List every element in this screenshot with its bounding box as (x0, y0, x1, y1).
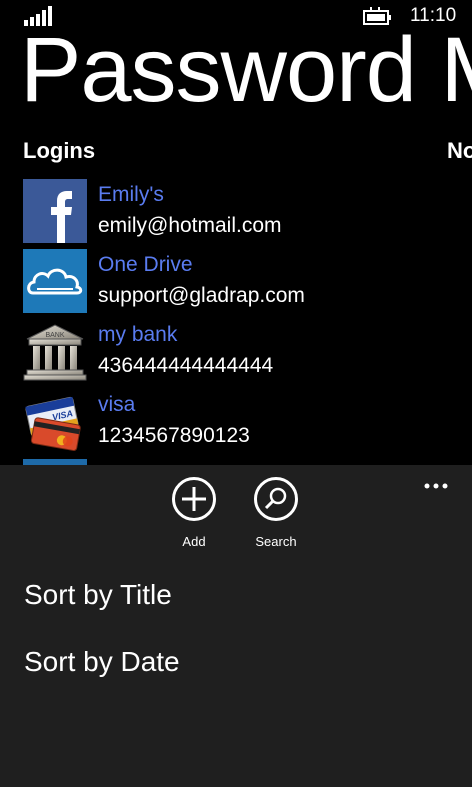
search-button[interactable]: Search (236, 477, 316, 549)
add-icon (172, 477, 216, 521)
list-item[interactable]: VISA visa 1234567890123 (23, 389, 472, 455)
add-button[interactable]: Add (154, 477, 234, 549)
login-detail: emily@hotmail.com (98, 214, 282, 237)
add-label: Add (182, 534, 206, 549)
pivot-header-next[interactable]: No (447, 138, 472, 164)
more-dots-icon[interactable] (416, 471, 456, 489)
list-item[interactable]: Emily's emily@hotmail.com (23, 179, 472, 245)
login-detail: 436444444444444 (98, 354, 274, 377)
login-title: visa (98, 393, 136, 416)
svg-text:BANK: BANK (45, 332, 64, 339)
application-bar: Add Search Sort by Title Sort by Date (0, 465, 472, 787)
login-detail: 1234567890123 (98, 424, 250, 447)
pivot-header-logins[interactable]: Logins (23, 138, 95, 164)
login-detail: support@gladrap.com (98, 284, 305, 307)
login-list: Emily's emily@hotmail.com One Drive supp… (0, 178, 472, 465)
list-item[interactable]: BANK my bank 436444444444444 (23, 319, 472, 385)
list-item[interactable]: One Drive support@gladrap.com (23, 249, 472, 315)
app-title: Password M (20, 20, 472, 120)
sort-by-title-menu-item[interactable]: Sort by Title (24, 579, 172, 611)
search-icon (254, 477, 298, 521)
sort-by-date-menu-item[interactable]: Sort by Date (24, 646, 180, 678)
onedrive-cloud-icon (23, 249, 87, 313)
login-title: my bank (98, 323, 178, 346)
bank-icon: BANK (23, 319, 87, 383)
credit-card-icon: VISA (23, 389, 87, 453)
facebook-icon (23, 179, 87, 243)
login-title: Emily's (98, 183, 164, 206)
login-title: One Drive (98, 253, 193, 276)
search-label: Search (255, 534, 297, 549)
